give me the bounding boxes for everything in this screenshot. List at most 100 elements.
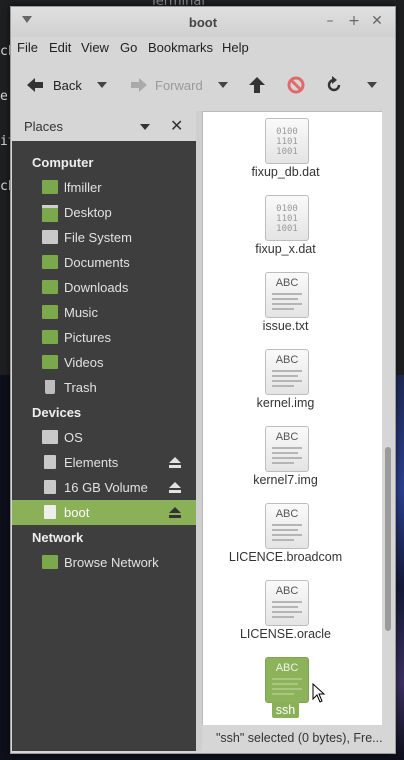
- toolbar: Back Forward: [11, 59, 395, 111]
- icon-text: ABC: [275, 354, 299, 366]
- menu-edit[interactable]: Edit: [49, 40, 71, 55]
- sidebar-item-os[interactable]: OS: [12, 425, 196, 450]
- sidebar-item-videos[interactable]: Videos: [12, 350, 196, 375]
- minimize-icon[interactable]: –: [323, 14, 337, 28]
- file-name: fixup_db.dat: [251, 165, 320, 179]
- stop-button[interactable]: [287, 69, 305, 101]
- downloads-folder-icon: [42, 280, 58, 294]
- sidebar-item-label: Videos: [64, 355, 104, 370]
- sidebar-item-label: Music: [64, 305, 98, 320]
- sidebar-item-file-system[interactable]: File System: [12, 225, 196, 250]
- title-bar[interactable]: boot – + ✕: [11, 7, 395, 37]
- file-item[interactable]: ABC LICENCE.broadcom: [203, 503, 368, 580]
- icon-text: 0100: [276, 127, 298, 137]
- sidebar-item-label: Documents: [64, 255, 130, 270]
- file-view: 0100 1101 1001 fixup_db.dat 0100 1101 10…: [202, 111, 383, 727]
- sidebar-item-16gb-volume[interactable]: 16 GB Volume: [12, 475, 196, 500]
- text-file-icon: ABC: [265, 503, 309, 549]
- removable-drive-icon: [44, 455, 56, 469]
- scrollbar-thumb[interactable]: [385, 447, 391, 631]
- sidebar-item-label: 16 GB Volume: [64, 480, 148, 495]
- pictures-folder-icon: [42, 330, 58, 344]
- sidebar-item-music[interactable]: Music: [12, 300, 196, 325]
- eject-icon[interactable]: [169, 457, 181, 468]
- menu-view[interactable]: View: [81, 40, 109, 55]
- section-network: Network: [32, 530, 84, 545]
- sidebar-item-label: lfmiller: [64, 180, 102, 195]
- sidebar-item-desktop[interactable]: Desktop: [12, 200, 196, 225]
- icon-text: ABC: [275, 431, 299, 443]
- menu-bookmarks[interactable]: Bookmarks: [148, 40, 213, 55]
- up-button[interactable]: [249, 69, 265, 101]
- sidebar-item-label: Trash: [64, 380, 97, 395]
- home-folder-icon: [42, 180, 58, 194]
- sidebar-item-downloads[interactable]: Downloads: [12, 275, 196, 300]
- videos-folder-icon: [42, 355, 58, 369]
- back-history-caret[interactable]: [97, 82, 107, 88]
- music-folder-icon: [42, 305, 58, 319]
- menu-go[interactable]: Go: [120, 40, 137, 55]
- forward-history-caret[interactable]: [218, 82, 228, 88]
- icon-text: 1101: [276, 214, 298, 224]
- file-name: ssh: [203, 702, 368, 718]
- file-name: fixup_x.dat: [255, 242, 316, 256]
- menu-help[interactable]: Help: [222, 40, 249, 55]
- file-item[interactable]: 0100 1101 1001 fixup_db.dat: [203, 118, 368, 195]
- icon-text: ABC: [275, 508, 299, 520]
- close-icon[interactable]: ✕: [370, 14, 384, 28]
- forward-arrow-icon: [131, 78, 147, 92]
- desktop-icon: [42, 205, 58, 222]
- file-system-icon: [42, 230, 58, 244]
- file-name: kernel.img: [256, 396, 315, 410]
- documents-folder-icon: [42, 255, 58, 269]
- trash-icon: [45, 380, 55, 394]
- icon-text: 1001: [276, 224, 298, 234]
- sidebar-item-browse-network[interactable]: Browse Network: [12, 550, 196, 575]
- sidebar-item-boot[interactable]: boot: [12, 500, 196, 525]
- file-item[interactable]: ABC issue.txt: [203, 272, 368, 349]
- status-text: "ssh" selected (0 bytes), Fre...: [216, 731, 383, 745]
- vertical-scrollbar[interactable]: [382, 111, 394, 725]
- sidebar-item-label: Pictures: [64, 330, 111, 345]
- text-file-icon: ABC: [265, 426, 309, 472]
- icon-text: ABC: [275, 585, 299, 597]
- file-name: issue.txt: [262, 319, 309, 333]
- back-arrow-icon: [27, 78, 43, 92]
- reload-icon: [327, 76, 341, 92]
- sidebar-mode-dropdown-icon[interactable]: [140, 124, 150, 130]
- file-item[interactable]: 0100 1101 1001 fixup_x.dat: [203, 195, 368, 272]
- sidebar-item-documents[interactable]: Documents: [12, 250, 196, 275]
- back-button[interactable]: Back: [27, 69, 82, 101]
- eject-icon[interactable]: [169, 507, 181, 518]
- text-file-icon: ABC: [265, 657, 309, 703]
- mouse-cursor-icon: [312, 683, 326, 703]
- sidebar-item-elements[interactable]: Elements: [12, 450, 196, 475]
- icon-text: 1101: [276, 137, 298, 147]
- eject-icon[interactable]: [169, 482, 181, 493]
- sidebar-item-pictures[interactable]: Pictures: [12, 325, 196, 350]
- forward-button[interactable]: Forward: [129, 69, 203, 101]
- toolbar-overflow-caret[interactable]: [367, 82, 377, 88]
- reload-button[interactable]: [325, 69, 343, 101]
- window-menu-icon[interactable]: [22, 16, 32, 23]
- file-name: kernel7.img: [253, 473, 318, 487]
- section-devices: Devices: [32, 405, 82, 420]
- sidebar-item-label: OS: [64, 430, 83, 445]
- window-title: boot: [188, 15, 218, 30]
- sidebar-item-label: Downloads: [64, 280, 129, 295]
- sidebar-item-label: boot: [64, 505, 90, 520]
- maximize-icon[interactable]: +: [347, 14, 361, 28]
- file-item-selected[interactable]: ABC ssh: [203, 657, 368, 726]
- file-item[interactable]: ABC LICENSE.oracle: [203, 580, 368, 657]
- sidebar-item-lfmiller[interactable]: lfmiller: [12, 175, 196, 200]
- file-item[interactable]: ABC kernel7.img: [203, 426, 368, 503]
- sidebar-item-trash[interactable]: Trash: [12, 375, 196, 400]
- icon-text: ABC: [275, 277, 299, 289]
- status-bar: "ssh" selected (0 bytes), Fre...: [202, 725, 395, 753]
- menu-file[interactable]: File: [17, 40, 38, 55]
- file-item[interactable]: ABC kernel.img: [203, 349, 368, 426]
- icon-text: 0100: [276, 204, 298, 214]
- sidebar-item-label: Browse Network: [64, 555, 159, 570]
- binary-file-icon: 0100 1101 1001: [265, 118, 309, 164]
- close-sidebar-icon[interactable]: ✕: [170, 116, 183, 135]
